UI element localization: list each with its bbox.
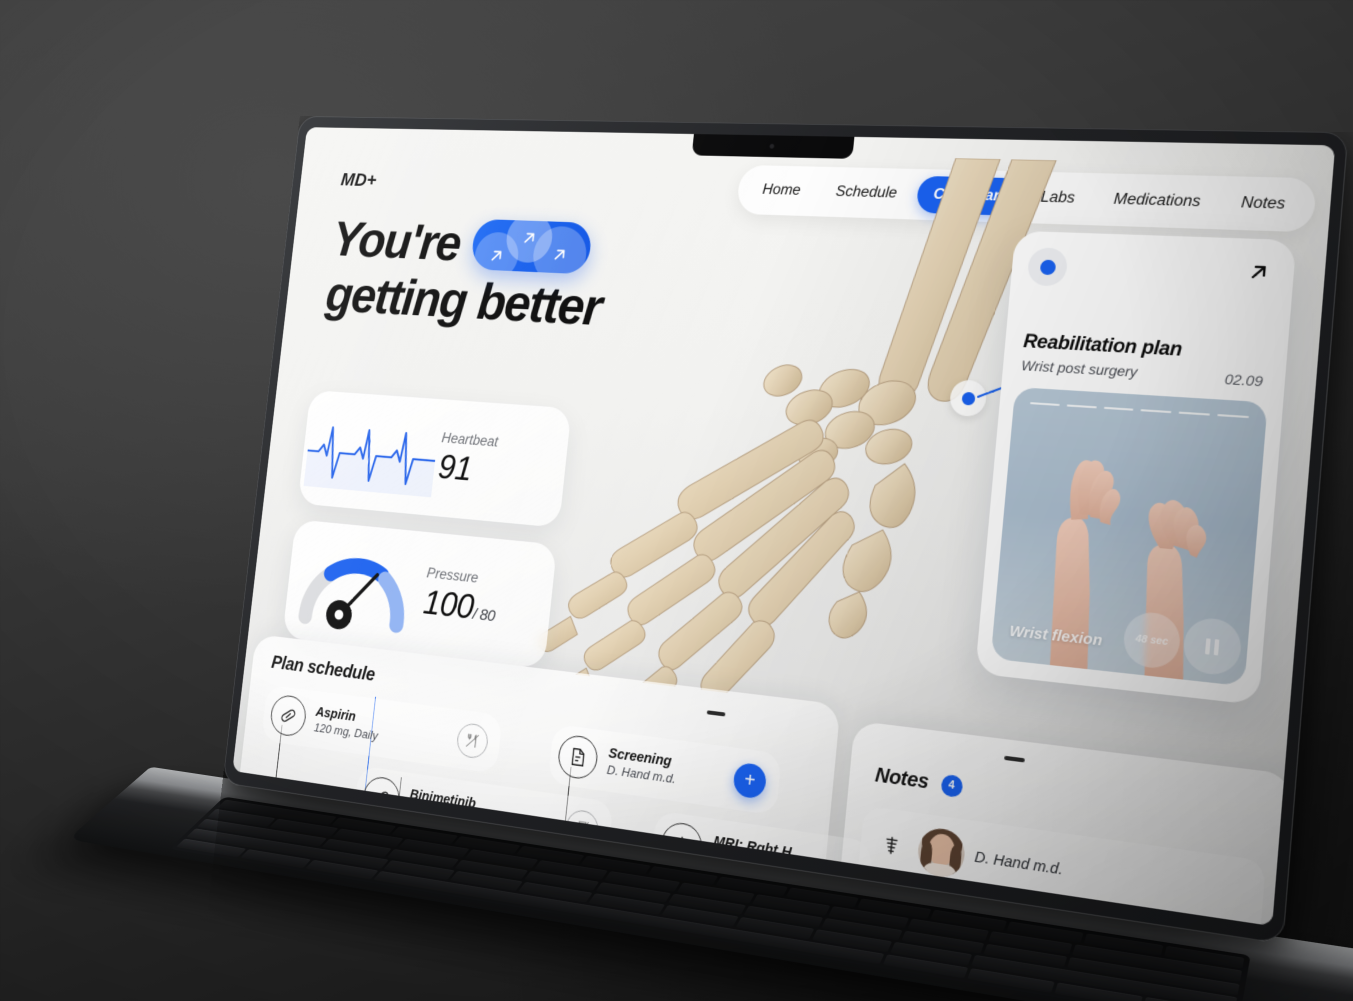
pressure-value: 100/ 80 (422, 582, 498, 629)
video-label: Wrist flexion (1008, 622, 1104, 650)
rehab-date: 02.09 (1224, 370, 1264, 390)
ecg-waveform-icon (298, 390, 446, 516)
wrist-hotspot-marker[interactable] (948, 379, 988, 418)
pressure-readout: Pressure 100/ 80 (422, 565, 500, 629)
schedule-item-aspirin[interactable]: Aspirin 120 mg, Daily (260, 684, 503, 774)
nav-item-care-plan[interactable]: Care plan (915, 175, 1022, 216)
nav-item-labs[interactable]: Labs (1022, 178, 1094, 218)
nav-item-notes[interactable]: Notes (1221, 183, 1305, 224)
heartbeat-value: 91 (436, 447, 474, 488)
document-icon (556, 733, 600, 781)
schedule-item-text: Screening D. Hand m.d. (606, 746, 678, 786)
nav-item-medications[interactable]: Medications (1095, 180, 1221, 222)
notes-header: Notes 4 (874, 764, 964, 799)
add-screening-button[interactable]: + (732, 761, 768, 800)
rehabilitation-plan-card[interactable]: Reabilitation plan Wrist post surgery 02… (974, 230, 1297, 706)
nav-item-home[interactable]: Home (745, 172, 818, 210)
main-navigation: Home Schedule Care plan Labs Medications… (735, 164, 1318, 233)
app-logo[interactable]: MD+ (340, 170, 378, 192)
wrist-exercise-hands-illustration (1045, 459, 1208, 680)
pause-icon[interactable] (1181, 616, 1243, 678)
page-title: You're getting better (323, 210, 811, 348)
exercise-video-player[interactable]: Wrist flexion 48 sec (990, 387, 1268, 687)
panel-collapse-handle[interactable] (1004, 755, 1025, 763)
plan-schedule-title: Plan schedule (270, 652, 376, 686)
laptop-mockup: MD+ Home Schedule Care plan Labs Medicat… (67, 115, 1353, 1001)
open-card-arrow-icon[interactable] (1245, 259, 1273, 285)
rehab-title: Reabilitation plan (1022, 331, 1183, 361)
notes-count-badge: 4 (940, 773, 964, 798)
gauge-icon (282, 519, 431, 653)
scene: MD+ Home Schedule Care plan Labs Medicat… (0, 0, 1353, 1001)
hotspot-anchor-dot (1026, 247, 1069, 287)
note-author-name: D. Hand m.d. (973, 849, 1064, 879)
no-food-icon (455, 721, 490, 760)
progress-pill-badge (470, 219, 594, 275)
video-duration-badge[interactable]: 48 sec (1121, 610, 1182, 671)
metric-card-heartbeat[interactable]: Heartbeat 91 (297, 390, 572, 528)
webcam-icon (769, 143, 775, 149)
pressure-diastolic: / 80 (471, 604, 496, 625)
schedule-item-text: Aspirin 120 mg, Daily (313, 705, 380, 743)
heartbeat-readout: Heartbeat 91 (436, 430, 499, 490)
pill-icon (268, 693, 308, 739)
xray-icon (873, 826, 910, 866)
pressure-systolic: 100 (421, 582, 476, 626)
schedule-item-detail: D. Hand m.d. (606, 762, 677, 787)
video-progress-bar[interactable] (1030, 402, 1249, 419)
nav-item-schedule[interactable]: Schedule (818, 173, 915, 212)
avatar (916, 825, 967, 880)
screen-notch (691, 134, 855, 159)
headline-text-1: You're (329, 210, 464, 272)
rehab-subtitle: Wrist post surgery (1020, 357, 1139, 381)
notes-title: Notes (874, 764, 930, 794)
panel-collapse-handle[interactable] (706, 710, 726, 717)
